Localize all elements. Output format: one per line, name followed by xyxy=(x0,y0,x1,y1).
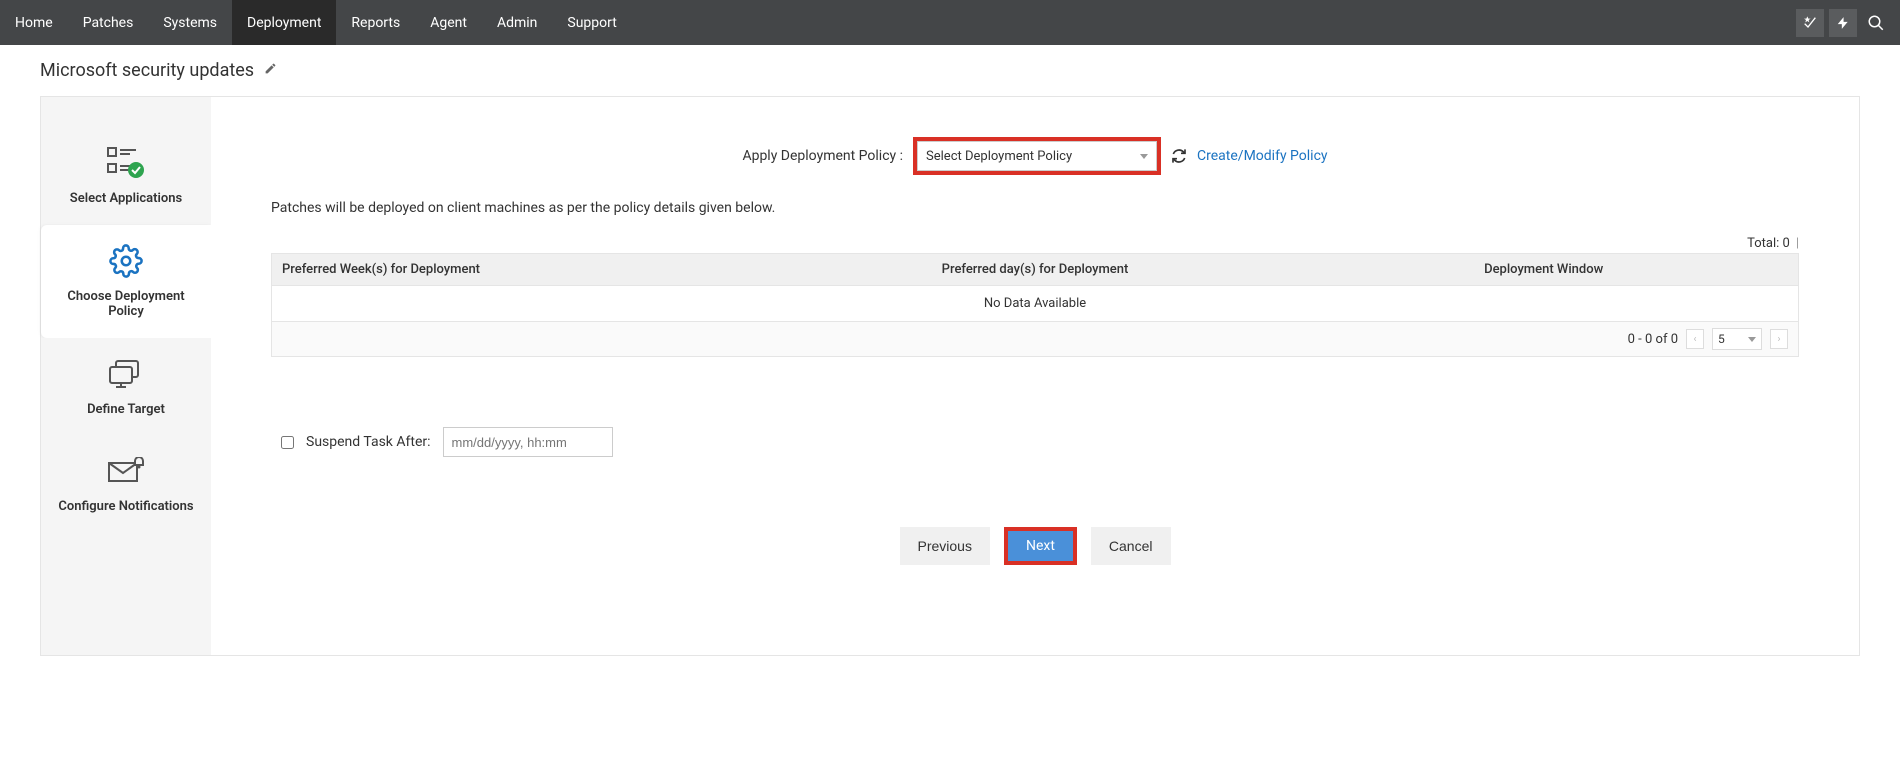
chevron-down-icon xyxy=(1140,154,1148,159)
policy-table: Preferred Week(s) for Deployment Preferr… xyxy=(271,253,1799,357)
refresh-icon[interactable] xyxy=(1171,148,1187,164)
step-label: Define Target xyxy=(87,402,165,418)
nav-home[interactable]: Home xyxy=(0,0,68,45)
next-button-highlight: Next xyxy=(1004,527,1077,565)
table-footer: 0 - 0 of 0 ‹ 5 › xyxy=(272,321,1798,356)
steps-sidebar: Select Applications Choose Deployment Po… xyxy=(41,97,211,655)
suspend-row: Suspend Task After: xyxy=(281,427,1829,457)
col-preferred-day: Preferred day(s) for Deployment xyxy=(781,254,1290,285)
policy-row: Apply Deployment Policy : Select Deploym… xyxy=(241,137,1829,175)
wizard-buttons: Previous Next Cancel xyxy=(241,527,1829,565)
step-define-target[interactable]: Define Target xyxy=(41,338,211,436)
step-label: Configure Notifications xyxy=(58,499,193,515)
table-header: Preferred Week(s) for Deployment Preferr… xyxy=(272,254,1798,286)
policy-select-highlight: Select Deployment Policy xyxy=(913,137,1161,175)
select-value: Select Deployment Policy xyxy=(926,149,1072,164)
step-label: Select Applications xyxy=(70,191,182,207)
nav-left: Home Patches Systems Deployment Reports … xyxy=(0,0,632,45)
page-size-select[interactable]: 5 xyxy=(1712,328,1762,350)
nav-systems[interactable]: Systems xyxy=(148,0,232,45)
prev-page-button[interactable]: ‹ xyxy=(1686,329,1704,349)
next-page-button[interactable]: › xyxy=(1770,329,1788,349)
policy-info-text: Patches will be deployed on client machi… xyxy=(271,200,1799,216)
nav-patches[interactable]: Patches xyxy=(68,0,149,45)
suspend-task-label: Suspend Task After: xyxy=(306,434,431,450)
suspend-datetime-input[interactable] xyxy=(443,427,613,457)
step-label: Choose Deployment Policy xyxy=(51,289,201,320)
monitors-icon xyxy=(108,356,144,392)
rocket-icon[interactable] xyxy=(1796,9,1824,37)
search-icon[interactable] xyxy=(1862,9,1890,37)
table-empty-text: No Data Available xyxy=(272,286,1798,321)
previous-button[interactable]: Previous xyxy=(900,527,990,565)
nav-deployment[interactable]: Deployment xyxy=(232,0,336,45)
step-choose-deployment-policy[interactable]: Choose Deployment Policy xyxy=(41,225,211,338)
page-title: Microsoft security updates xyxy=(40,60,254,81)
step-select-applications[interactable]: Select Applications xyxy=(41,127,211,225)
mail-bell-icon xyxy=(107,453,145,489)
bolt-icon[interactable] xyxy=(1829,9,1857,37)
create-modify-policy-link[interactable]: Create/Modify Policy xyxy=(1197,148,1328,164)
step-configure-notifications[interactable]: Configure Notifications xyxy=(41,435,211,533)
wizard-container: Select Applications Choose Deployment Po… xyxy=(40,96,1860,656)
nav-right xyxy=(1796,0,1900,45)
next-button[interactable]: Next xyxy=(1008,531,1073,561)
nav-support[interactable]: Support xyxy=(552,0,631,45)
deployment-policy-select[interactable]: Select Deployment Policy xyxy=(917,141,1157,171)
suspend-task-checkbox[interactable] xyxy=(281,436,294,449)
apply-policy-label: Apply Deployment Policy : xyxy=(742,148,903,164)
edit-icon[interactable] xyxy=(264,62,277,79)
cancel-button[interactable]: Cancel xyxy=(1091,527,1171,565)
nav-reports[interactable]: Reports xyxy=(336,0,415,45)
table-range: 0 - 0 of 0 xyxy=(1628,332,1678,347)
checklist-icon xyxy=(106,145,146,181)
nav-admin[interactable]: Admin xyxy=(482,0,552,45)
nav-agent[interactable]: Agent xyxy=(415,0,482,45)
table-total: Total: 0| xyxy=(271,236,1799,251)
top-navbar: Home Patches Systems Deployment Reports … xyxy=(0,0,1900,45)
col-preferred-week: Preferred Week(s) for Deployment xyxy=(272,254,781,285)
page-title-row: Microsoft security updates xyxy=(0,45,1900,96)
content-panel: Apply Deployment Policy : Select Deploym… xyxy=(211,97,1859,655)
col-deployment-window: Deployment Window xyxy=(1289,254,1798,285)
chevron-down-icon xyxy=(1748,337,1756,342)
gear-icon xyxy=(109,243,143,279)
